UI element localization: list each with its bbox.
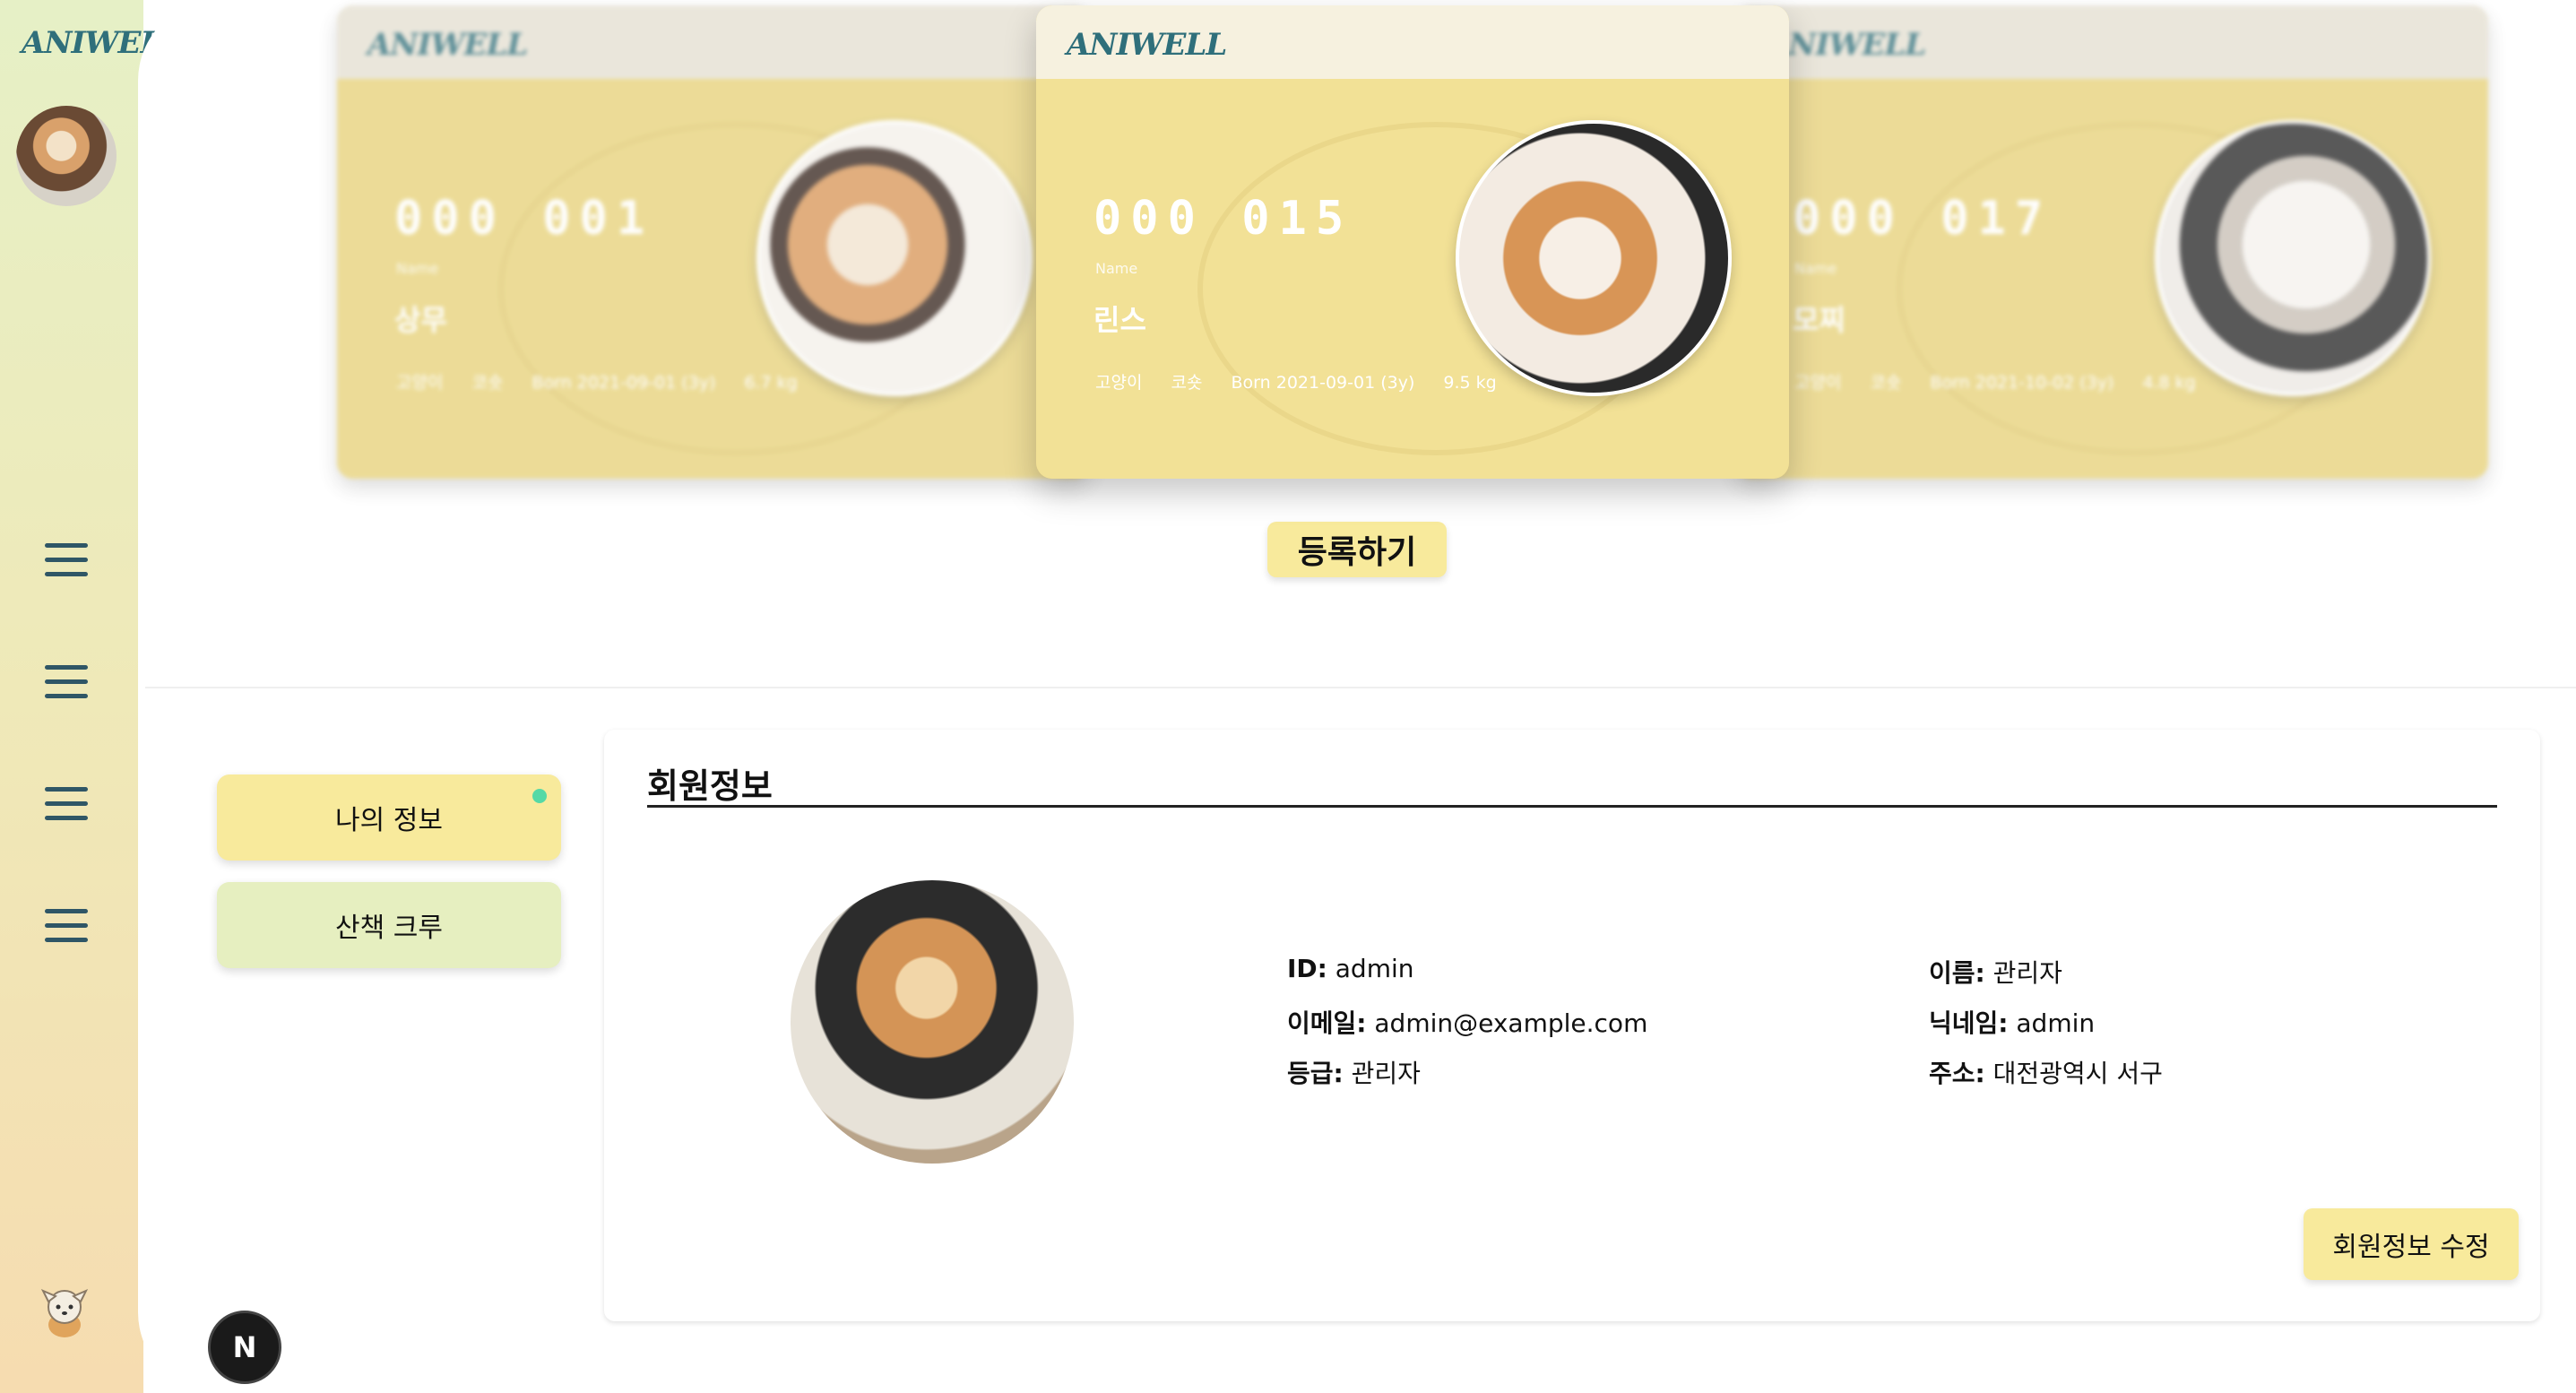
register-pet-button[interactable]: 등록하기	[1267, 522, 1447, 577]
pet-weight: 4.8 kg	[2142, 373, 2196, 393]
pet-born: Born 2021-10-02 (3y)	[1930, 373, 2114, 393]
tab-walk-crew[interactable]: 산책 크루	[217, 882, 561, 968]
name-label: Name	[1794, 260, 1837, 277]
sidebar: ANIWELL	[0, 0, 182, 1393]
profile-photo	[791, 880, 1074, 1164]
pet-meta: 고양이 코숏 Born 2021-09-01 (3y) 6.7 kg	[396, 369, 821, 394]
active-indicator-dot	[532, 789, 547, 803]
id-field: ID: admin	[1287, 954, 1414, 983]
dog-mascot-icon[interactable]	[36, 1284, 93, 1341]
pet-card[interactable]: ANIWELL 000 001 Name 상무 고양이 코숏 Born 2021…	[337, 5, 1090, 479]
pet-species: 고양이	[396, 373, 444, 393]
card-logo: ANIWELL	[1766, 27, 1926, 63]
pet-number: 000 015	[1094, 192, 1353, 246]
dev-tools-badge[interactable]: N	[208, 1311, 281, 1384]
name-label: Name	[1095, 260, 1138, 277]
address-field: 주소: 대전광역시 서구	[1929, 1054, 2163, 1090]
section-divider	[145, 687, 2576, 688]
pet-breed: 코숏	[471, 373, 504, 393]
pet-weight: 9.5 kg	[1443, 373, 1497, 393]
address-value: 대전광역시 서구	[1993, 1059, 2163, 1088]
pet-number: 000 017	[1793, 192, 2053, 246]
card-logo: ANIWELL	[367, 27, 528, 63]
title-underline	[647, 805, 2497, 808]
pet-photo	[756, 120, 1033, 396]
pet-born: Born 2021-09-01 (3y)	[1231, 373, 1415, 393]
pet-meta: 고양이 코숏 Born 2021-09-01 (3y) 9.5 kg	[1095, 369, 1520, 394]
pet-meta: 고양이 코숏 Born 2021-10-02 (3y) 4.8 kg	[1794, 369, 2219, 394]
name-value: 관리자	[1993, 958, 2062, 988]
pet-species: 고양이	[1095, 373, 1143, 393]
email-value: admin@example.com	[1374, 1008, 1648, 1038]
pet-breed: 코숏	[1171, 373, 1203, 393]
name-field: 이름: 관리자	[1929, 954, 2062, 990]
card-logo: ANIWELL	[1067, 27, 1227, 63]
pet-card[interactable]: ANIWELL 000 017 Name 모찌 고양이 코숏 Born 2021…	[1735, 5, 2488, 479]
pet-name: 린스	[1094, 303, 1146, 337]
menu-icon[interactable]	[45, 665, 88, 699]
pet-photo	[1456, 120, 1732, 396]
pet-number: 000 001	[394, 192, 654, 246]
pet-weight: 6.7 kg	[744, 373, 798, 393]
menu-icon[interactable]	[45, 909, 88, 943]
nickname-value: admin	[2016, 1008, 2096, 1038]
pet-card-active[interactable]: ANIWELL 000 015 Name 린스 고양이 코숏 Born 2021…	[1036, 5, 1789, 479]
id-value: admin	[1335, 954, 1414, 983]
nickname-field: 닉네임: admin	[1929, 1004, 2095, 1040]
tab-my-info[interactable]: 나의 정보	[217, 774, 561, 861]
user-avatar[interactable]	[16, 106, 117, 206]
panel-title: 회원정보	[647, 766, 773, 806]
tab-my-info-label: 나의 정보	[335, 805, 443, 836]
edit-profile-button[interactable]: 회원정보 수정	[2304, 1208, 2519, 1280]
nickname-label: 닉네임:	[1929, 1008, 2009, 1038]
pet-species: 고양이	[1794, 373, 1842, 393]
grade-label: 등급:	[1287, 1059, 1344, 1088]
pet-breed: 코숏	[1870, 373, 1902, 393]
address-label: 주소:	[1929, 1059, 1985, 1088]
name-label: 이름:	[1929, 958, 1985, 988]
member-info-panel: 회원정보 ID: admin 이메일: admin@example.com 등급…	[604, 730, 2540, 1321]
pet-photo	[2155, 120, 2431, 396]
email-label: 이메일:	[1287, 1008, 1367, 1038]
menu-icon[interactable]	[45, 543, 88, 577]
id-label: ID:	[1287, 954, 1327, 983]
menu-icon[interactable]	[45, 787, 88, 821]
grade-field: 등급: 관리자	[1287, 1054, 1421, 1090]
grade-value: 관리자	[1351, 1059, 1421, 1088]
app-logo[interactable]: ANIWELL	[22, 25, 182, 65]
pet-name: 상무	[394, 303, 447, 337]
pet-name: 모찌	[1793, 303, 1846, 337]
pet-born: Born 2021-09-01 (3y)	[532, 373, 716, 393]
name-label: Name	[396, 260, 439, 277]
email-field: 이메일: admin@example.com	[1287, 1004, 1647, 1040]
